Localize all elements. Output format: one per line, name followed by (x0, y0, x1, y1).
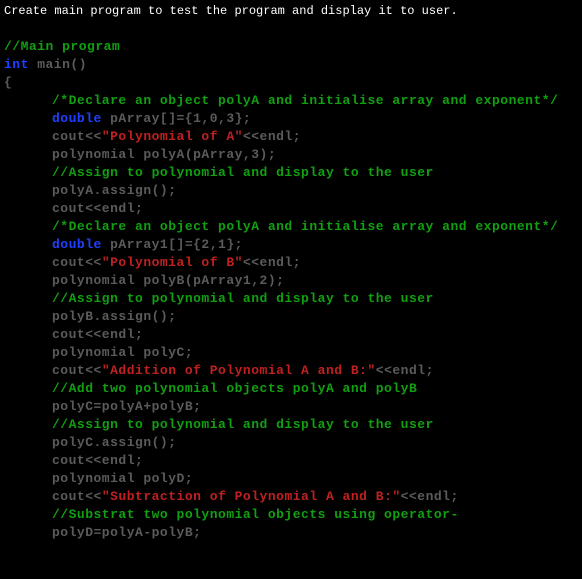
code-text: polynomial polyB(pArray1,2); (52, 273, 284, 288)
code-text: <<endl; (401, 489, 459, 504)
code-text: cout<< (52, 129, 102, 144)
comment-main-program: //Main program (4, 39, 120, 54)
code-text: polynomial polyC; (52, 345, 193, 360)
code-text: cout<< (52, 363, 102, 378)
code-text: polyB.assign(); (52, 309, 177, 324)
string-poly-b: "Polynomial of B" (102, 255, 243, 270)
code-text: cout<<endl; (52, 453, 143, 468)
string-poly-a: "Polynomial of A" (102, 129, 243, 144)
string-add: "Addition of Polynomial A and B:" (102, 363, 376, 378)
code-text: polynomial polyD; (52, 471, 193, 486)
code-text: polyC.assign(); (52, 435, 177, 450)
code-text: polynomial polyA(pArray,3); (52, 147, 276, 162)
comment-declare-a: /*Declare an object polyA and initialise… (52, 93, 558, 108)
code-text: <<endl; (376, 363, 434, 378)
code-text: cout<< (52, 255, 102, 270)
keyword-double: double (52, 237, 102, 252)
comment-assign-b: //Assign to polynomial and display to th… (52, 291, 434, 306)
instruction-text: Create main program to test the program … (4, 4, 458, 18)
code-text: cout<<endl; (52, 201, 143, 216)
comment-sub: //Substrat two polynomial objects using … (52, 507, 459, 522)
code-text: polyC=polyA+polyB; (52, 399, 201, 414)
code-text: <<endl; (243, 255, 301, 270)
code-text: <<endl; (243, 129, 301, 144)
code-text: pArray[]={1,0,3}; (102, 111, 251, 126)
code-text: cout<<endl; (52, 327, 143, 342)
keyword-int: int (4, 57, 29, 72)
code-text: polyD=polyA-polyB; (52, 525, 201, 540)
string-sub: "Subtraction of Polynomial A and B:" (102, 489, 401, 504)
comment-assign-a: //Assign to polynomial and display to th… (52, 165, 434, 180)
code-text: pArray1[]={2,1}; (102, 237, 243, 252)
keyword-double: double (52, 111, 102, 126)
comment-assign-c: //Assign to polynomial and display to th… (52, 417, 434, 432)
code-text: { (4, 75, 12, 90)
code-text: cout<< (52, 489, 102, 504)
code-text: polyA.assign(); (52, 183, 177, 198)
comment-add: //Add two polynomial objects polyA and p… (52, 381, 417, 396)
code-block: Create main program to test the program … (0, 0, 582, 544)
comment-declare-b: /*Declare an object polyA and initialise… (52, 219, 558, 234)
code-text: main() (29, 57, 87, 72)
